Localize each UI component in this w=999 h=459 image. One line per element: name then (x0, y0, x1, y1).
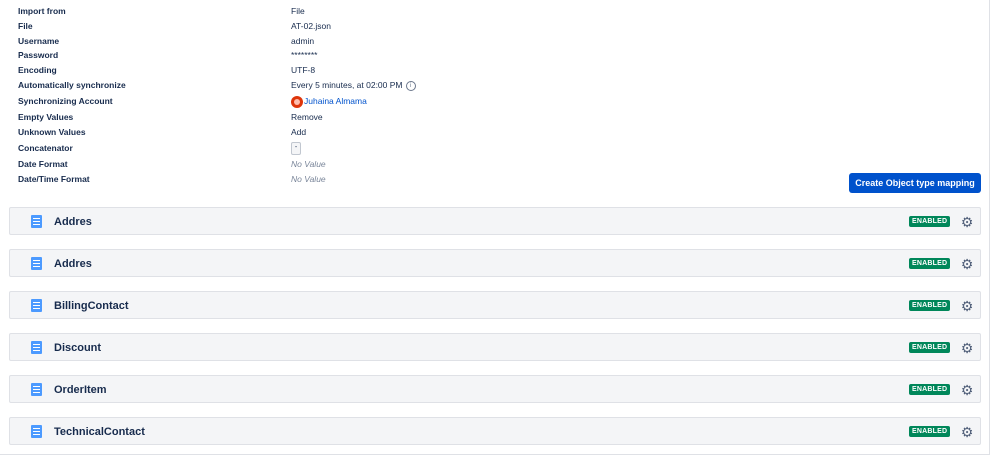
user-link[interactable]: Juhaina Almama (304, 96, 367, 106)
object-type-row[interactable]: Addres ENABLED ⚙ (9, 249, 981, 277)
prop-label: Empty Values (18, 112, 74, 122)
concatenator-box: - (291, 141, 301, 155)
prop-import-from: Import from File (18, 4, 718, 19)
create-object-type-mapping-button[interactable]: Create Object type mapping (849, 173, 981, 193)
prop-encoding: Encoding UTF-8 (18, 63, 718, 78)
prop-datetime-format: Date/Time Format No Value (18, 172, 718, 187)
prop-file: File AT-02.json (18, 19, 718, 34)
status-badge: ENABLED (909, 300, 951, 311)
document-icon (31, 215, 42, 228)
gear-icon[interactable]: ⚙ (960, 383, 974, 397)
document-icon (31, 299, 42, 312)
prop-label: Encoding (18, 65, 57, 75)
object-type-row[interactable]: Addres ENABLED ⚙ (9, 207, 981, 235)
prop-sync-account: Synchronizing Account Juhaina Almama (18, 94, 718, 109)
prop-label: Automatically synchronize (18, 80, 126, 90)
prop-label: Date Format (18, 158, 68, 169)
prop-label: Import from (18, 6, 66, 16)
object-type-name[interactable]: Discount (54, 334, 101, 362)
status-badge: ENABLED (909, 216, 951, 227)
prop-label: Date/Time Format (18, 173, 90, 184)
prop-label: File (18, 20, 33, 31)
gear-icon[interactable]: ⚙ (960, 341, 974, 355)
object-type-name[interactable]: BillingContact (54, 292, 129, 320)
status-badge: ENABLED (909, 342, 951, 353)
document-icon (31, 257, 42, 270)
status-badge: ENABLED (909, 426, 951, 437)
document-icon (31, 425, 42, 438)
prop-concatenator: Concatenator - (18, 141, 718, 156)
prop-value: No Value (291, 158, 326, 169)
object-type-name[interactable]: TechnicalContact (54, 418, 145, 446)
prop-value: No Value (291, 173, 326, 184)
prop-value-wrap: Juhaina Almama (291, 94, 367, 109)
prop-username: Username admin (18, 34, 718, 49)
prop-value: Add (291, 126, 307, 137)
prop-unknown-values: Unknown Values Add (18, 125, 718, 140)
gear-icon[interactable]: ⚙ (960, 299, 974, 313)
prop-password: Password ******** (18, 48, 718, 63)
gear-icon[interactable]: ⚙ (960, 425, 974, 439)
object-type-name[interactable]: Addres (54, 208, 92, 236)
prop-value-wrap: - (291, 141, 301, 156)
gear-icon[interactable]: ⚙ (960, 215, 974, 229)
prop-label: Concatenator (18, 142, 73, 153)
prop-value: AT-02.json (291, 20, 332, 31)
prop-value: File (291, 6, 305, 16)
avatar (291, 95, 303, 108)
object-type-row[interactable]: TechnicalContact ENABLED ⚙ (9, 417, 981, 445)
prop-empty-values: Empty Values Remove (18, 110, 718, 125)
object-type-row[interactable]: Discount ENABLED ⚙ (9, 333, 981, 361)
prop-value: admin (291, 35, 315, 46)
gear-icon[interactable]: ⚙ (960, 257, 974, 271)
object-type-name[interactable]: OrderItem (54, 376, 107, 404)
info-icon[interactable]: i (405, 80, 416, 91)
document-icon (31, 341, 42, 354)
object-type-row[interactable]: BillingContact ENABLED ⚙ (9, 291, 981, 319)
prop-label: Username (18, 35, 60, 46)
prop-value: UTF-8 (291, 65, 316, 75)
prop-value-wrap: Every 5 minutes, at 02:00 PM i (291, 78, 416, 93)
prop-label: Unknown Values (18, 126, 86, 137)
status-badge: ENABLED (909, 258, 951, 269)
prop-label: Synchronizing Account (18, 96, 113, 106)
prop-auto-sync: Automatically synchronize Every 5 minute… (18, 78, 718, 93)
object-type-name[interactable]: Addres (54, 250, 92, 278)
object-type-row[interactable]: OrderItem ENABLED ⚙ (9, 375, 981, 403)
prop-value: ******** (291, 50, 318, 60)
prop-value: Remove (291, 112, 323, 122)
prop-value: Every 5 minutes, at 02:00 PM (291, 80, 403, 90)
prop-date-format: Date Format No Value (18, 157, 718, 172)
prop-label: Password (18, 50, 59, 60)
document-icon (31, 383, 42, 396)
status-badge: ENABLED (909, 384, 951, 395)
